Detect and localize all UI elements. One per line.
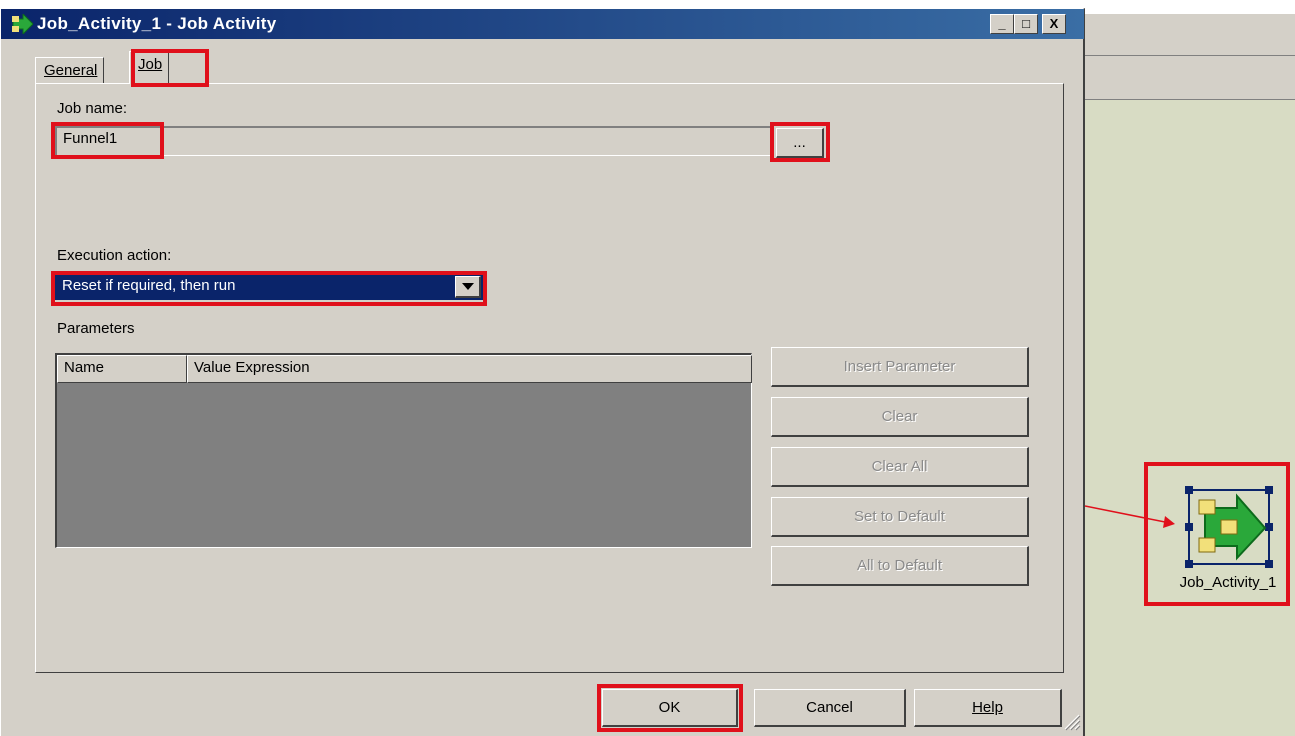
column-header-name[interactable]: Name xyxy=(57,355,187,383)
parameters-label: Parameters xyxy=(57,320,135,337)
highlight-tab-job xyxy=(131,49,209,87)
tab-general[interactable]: General xyxy=(35,57,105,83)
minimize-button[interactable]: _ xyxy=(990,14,1014,34)
job-name-label: Job name: xyxy=(57,100,128,117)
resize-grip-icon[interactable] xyxy=(1061,711,1081,731)
maximize-button[interactable]: □ xyxy=(1014,14,1038,34)
help-button[interactable]: Help xyxy=(914,689,1062,727)
background-toolbar xyxy=(1085,56,1295,100)
column-header-value-expression[interactable]: Value Expression xyxy=(187,355,752,383)
set-to-default-button[interactable]: Set to Default xyxy=(771,497,1029,537)
job-activity-dialog: Job_Activity_1 - Job Activity _ □ X Gene… xyxy=(0,8,1085,736)
parameters-grid[interactable]: Name Value Expression xyxy=(55,353,752,548)
cancel-button[interactable]: Cancel xyxy=(754,689,906,727)
background-menu-bar xyxy=(1085,14,1295,56)
designer-canvas[interactable]: Job_Activity_1 xyxy=(1085,100,1295,736)
clear-button[interactable]: Clear xyxy=(771,397,1029,437)
dialog-title: Job_Activity_1 - Job Activity xyxy=(37,14,277,33)
job-activity-icon xyxy=(12,14,33,34)
execution-action-label: Execution action: xyxy=(57,247,172,264)
background-window-top xyxy=(1085,0,1295,14)
clear-all-button[interactable]: Clear All xyxy=(771,447,1029,487)
insert-parameter-button[interactable]: Insert Parameter xyxy=(771,347,1029,387)
close-button[interactable]: X xyxy=(1042,14,1066,34)
highlight-job-name xyxy=(51,122,164,159)
highlight-browse-button xyxy=(770,122,830,162)
tab-general-label: General xyxy=(44,62,98,79)
help-button-label: Help xyxy=(972,699,1003,716)
title-bar[interactable]: Job_Activity_1 - Job Activity _ □ X xyxy=(1,9,1084,39)
highlight-execution-action xyxy=(51,271,487,306)
highlight-ok-button xyxy=(597,684,743,732)
highlight-activity xyxy=(1144,462,1290,606)
all-to-default-button[interactable]: All to Default xyxy=(771,546,1029,586)
